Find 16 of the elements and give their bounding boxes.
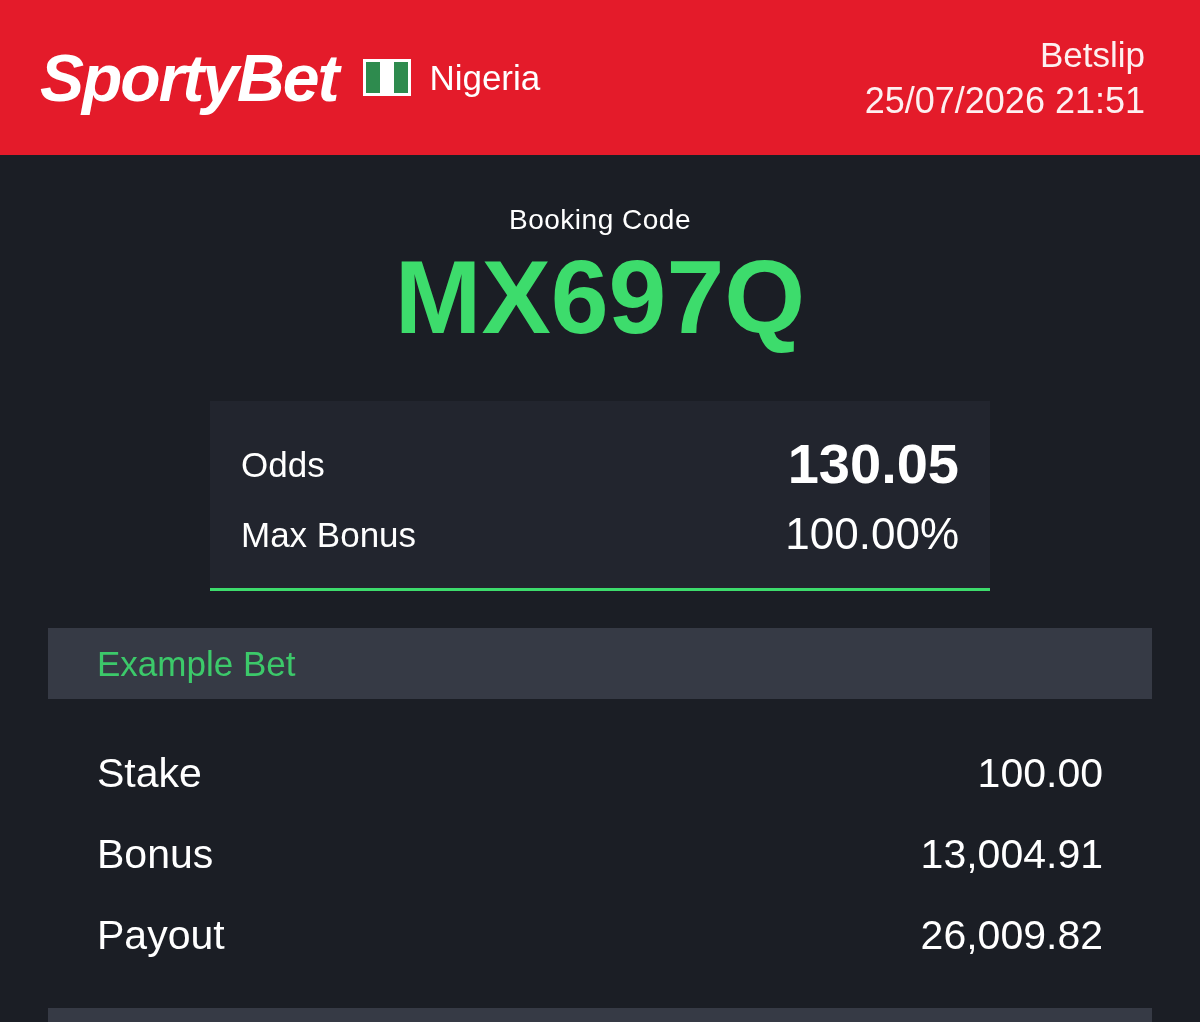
row-label: Stake: [97, 753, 202, 794]
page-title: Betslip: [1039, 34, 1145, 75]
summary-label: Odds: [241, 446, 325, 482]
row-value: 100.00: [977, 753, 1103, 794]
row-label: Bonus: [97, 834, 214, 875]
booking-code-label: Booking Code: [509, 204, 691, 236]
summary-label: Max Bonus: [241, 516, 417, 552]
section-title: Example Bet: [97, 646, 296, 681]
country-label: Nigeria: [429, 60, 541, 95]
summary-value: 130.05: [787, 436, 959, 492]
flag-icon: [363, 59, 412, 96]
row-label: Payout: [97, 915, 225, 956]
row-value: 13,004.91: [920, 834, 1103, 875]
date-time: 25/07/2026 21:51: [864, 80, 1145, 121]
summary-value: 100.00%: [785, 512, 959, 556]
row-value: 26,009.82: [920, 915, 1103, 956]
